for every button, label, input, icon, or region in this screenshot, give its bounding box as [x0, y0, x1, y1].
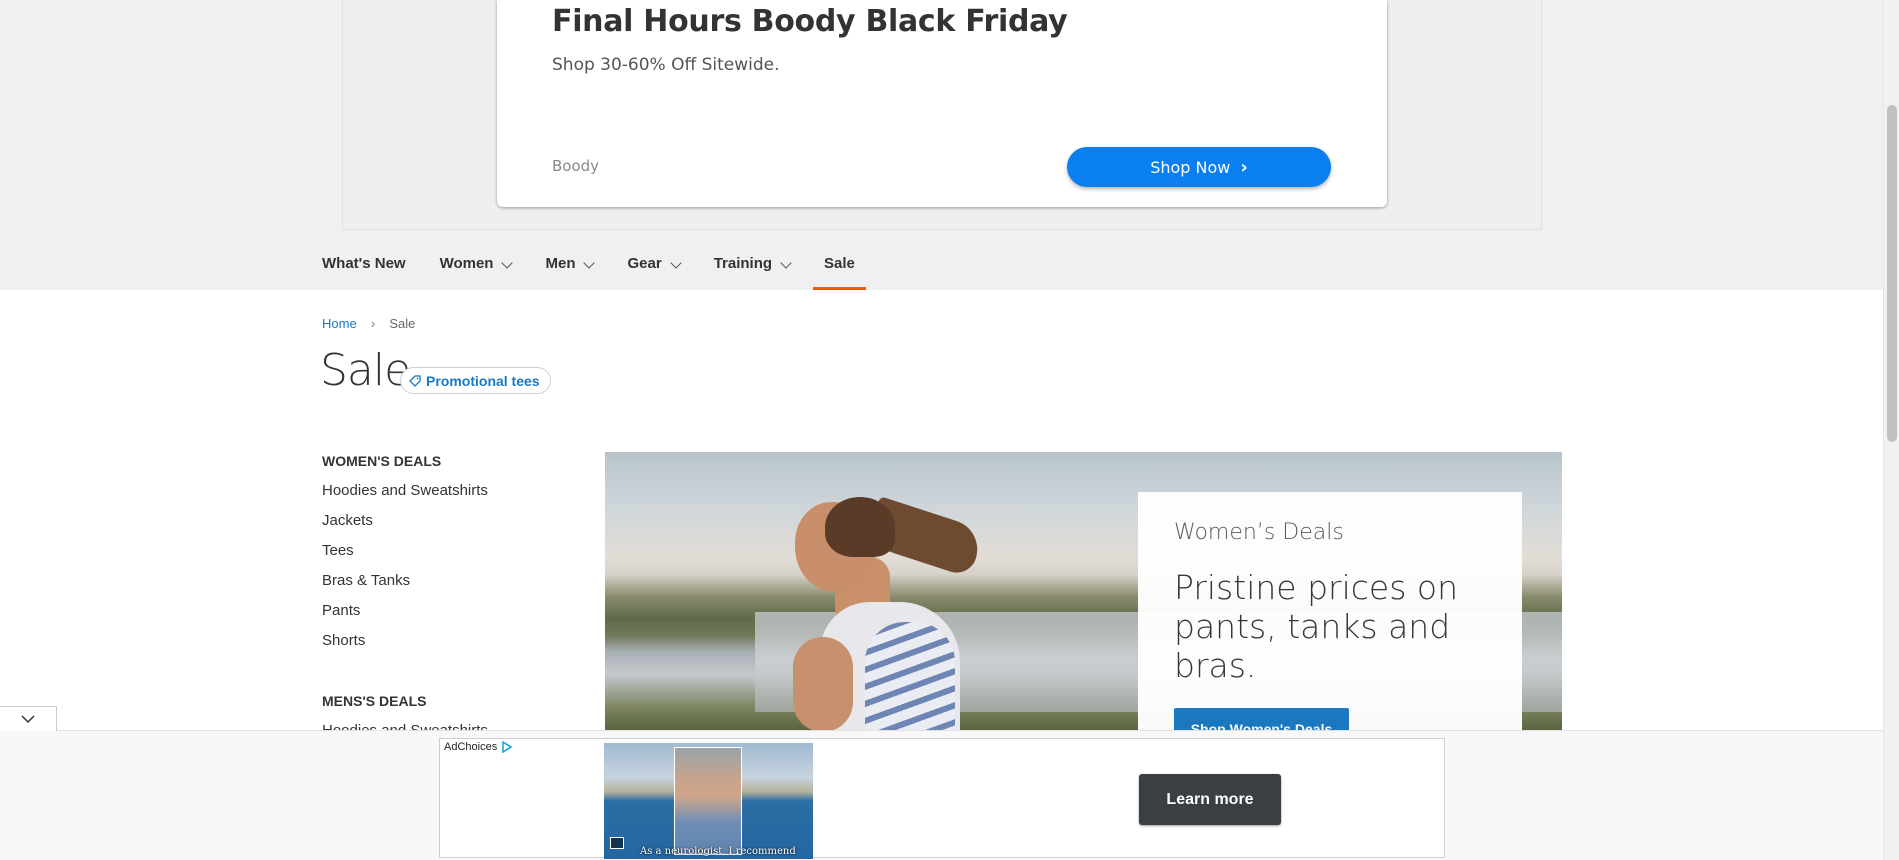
ad-subtitle: Shop 30-60% Off Sitewide. — [552, 55, 780, 75]
sidebar-list-womens: Hoodies and Sweatshirts Jackets Tees Bra… — [322, 476, 488, 656]
breadcrumb-current: Sale — [389, 315, 416, 331]
ad-title[interactable]: Final Hours Boody Black Friday — [552, 4, 1068, 39]
hero-banner[interactable]: Women’s Deals Pristine prices on pants, … — [605, 452, 1562, 730]
sidebar-item-tees[interactable]: Tees — [322, 536, 488, 566]
hero-headline: Pristine prices on pants, tanks and bras… — [1174, 568, 1458, 685]
ad-video[interactable]: As a neurologist, I recommend — [604, 743, 813, 859]
sticky-ad-bar: AdChoices As a neurologist, I recommend … — [0, 730, 1883, 860]
nav-item-sale[interactable]: Sale — [813, 247, 866, 291]
hero-runner-hair-top — [825, 497, 895, 557]
adchoices-icon — [502, 741, 513, 753]
chevron-down-icon — [670, 257, 682, 269]
hero-runner-arm — [793, 637, 853, 730]
chevron-down-icon — [21, 715, 35, 724]
hero-card: Women’s Deals Pristine prices on pants, … — [1138, 492, 1522, 730]
scrollbar-thumb[interactable] — [1887, 105, 1897, 442]
nav-item-training[interactable]: Training — [713, 247, 792, 291]
sidebar-item-pants[interactable]: Pants — [322, 596, 488, 626]
page-title: Sale — [320, 345, 411, 396]
hero-runner-top — [865, 622, 955, 730]
shop-now-label: Shop Now — [1150, 157, 1231, 177]
nav-label: Sale — [824, 255, 855, 272]
adchoices-link[interactable]: AdChoices — [444, 741, 513, 753]
shop-now-button[interactable]: Shop Now › — [1067, 147, 1331, 187]
chevron-down-icon — [780, 257, 792, 269]
sidebar-item-jackets[interactable]: Jackets — [322, 506, 488, 536]
ad-video-caption: As a neurologist, I recommend — [640, 846, 796, 857]
hero-eyebrow: Women’s Deals — [1174, 520, 1344, 545]
promo-tag-button[interactable]: Promotional tees — [400, 367, 551, 394]
adchoices-label: AdChoices — [444, 741, 498, 753]
bottom-ad[interactable]: AdChoices As a neurologist, I recommend … — [439, 738, 1445, 859]
chevron-right-icon: › — [1240, 156, 1248, 178]
top-ad-card[interactable]: Final Hours Boody Black Friday Shop 30-6… — [497, 0, 1387, 207]
breadcrumb: Home › Sale — [322, 315, 415, 331]
nav-item-gear[interactable]: Gear — [627, 247, 682, 291]
sidebar-item-hoodies[interactable]: Hoodies and Sweatshirts — [322, 476, 488, 506]
shop-womens-deals-button[interactable]: Shop Women's Deals — [1174, 708, 1349, 730]
nav-label: What's New — [322, 255, 406, 272]
top-ad-band: Final Hours Boody Black Friday Shop 30-6… — [0, 0, 1883, 290]
sidebar-item-bras-tanks[interactable]: Bras & Tanks — [322, 566, 488, 596]
sidebar-item-shorts[interactable]: Shorts — [322, 626, 488, 656]
chevron-down-icon — [501, 257, 514, 269]
main-nav: What's New Women Men Gear Training Sale — [322, 247, 889, 291]
nav-item-women[interactable]: Women — [439, 247, 514, 291]
play-icon[interactable] — [610, 837, 624, 849]
learn-more-button[interactable]: Learn more — [1139, 774, 1281, 825]
breadcrumb-home[interactable]: Home — [322, 316, 357, 331]
nav-item-men[interactable]: Men — [545, 247, 596, 291]
sidebar-heading-mens[interactable]: MENS'S DEALS — [322, 693, 426, 709]
ad-video-person — [674, 747, 742, 855]
sidebar-heading-womens[interactable]: WOMEN'S DEALS — [322, 453, 441, 469]
nav-label: Training — [713, 255, 773, 272]
promo-tag-label: Promotional tees — [426, 372, 540, 389]
chevron-right-icon: › — [370, 315, 376, 331]
page-scrollbar[interactable] — [1883, 0, 1899, 860]
collapse-ad-button[interactable] — [0, 706, 57, 731]
ad-brand[interactable]: Boody — [552, 157, 599, 175]
tag-icon — [409, 374, 421, 387]
chevron-down-icon — [583, 257, 596, 269]
nav-item-whats-new[interactable]: What's New — [322, 247, 406, 291]
nav-label: Men — [545, 255, 576, 272]
nav-label: Women — [439, 255, 494, 272]
nav-label: Gear — [627, 255, 662, 272]
